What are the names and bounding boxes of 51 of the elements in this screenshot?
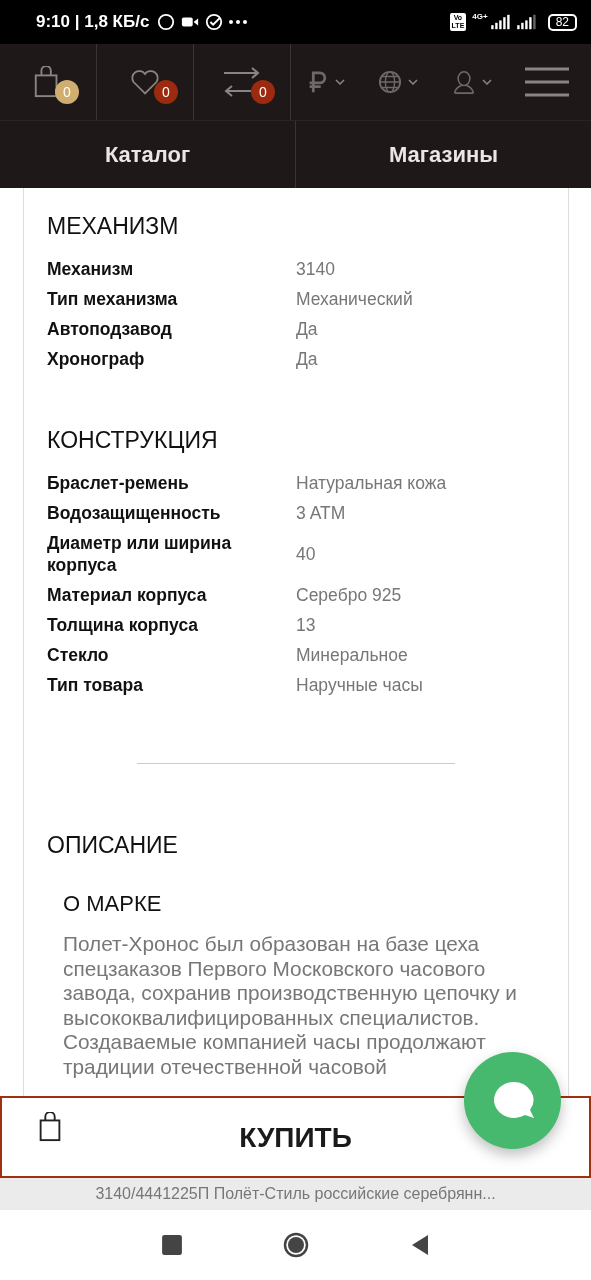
- cart-count-badge: 0: [55, 80, 79, 104]
- spec-value: Минеральное: [296, 644, 409, 666]
- subsection-title: О МАРКЕ: [63, 891, 163, 917]
- account-dropdown[interactable]: [451, 70, 492, 94]
- user-icon: [451, 70, 476, 94]
- check-circle-icon: [205, 13, 224, 31]
- caret-icon: [335, 79, 345, 85]
- favorites-count-badge: 0: [154, 80, 178, 104]
- network-type: 4G+: [472, 12, 488, 21]
- spec-label: Автоподзавод: [47, 318, 173, 340]
- caret-icon: [408, 79, 419, 85]
- compare-count-badge: 0: [251, 80, 275, 104]
- section-title: КОНСТРУКЦИЯ: [47, 427, 219, 454]
- nav-link[interactable]: Магазины: [295, 121, 591, 188]
- spec-label: Толщина корпуса: [47, 614, 200, 636]
- spec-label: Тип механизма: [47, 288, 179, 310]
- spec-label: Стекло: [47, 644, 110, 666]
- menu-icon[interactable]: [525, 67, 569, 97]
- spec-value: 13: [296, 614, 317, 636]
- spec-value: Да: [296, 318, 319, 340]
- spec-label: Тип товара: [47, 674, 144, 696]
- spec-value: Серебро 925: [296, 584, 403, 606]
- spec-value: 3140: [296, 258, 336, 280]
- section-title: ОПИСАНИЕ: [47, 832, 179, 859]
- spec-value: Натуральная кожа: [296, 472, 448, 494]
- signal-icon: [515, 14, 536, 30]
- language-dropdown[interactable]: [378, 70, 419, 94]
- more-icon: [229, 20, 248, 24]
- spec-label: Диаметр или ширина корпуса: [47, 532, 233, 576]
- spec-value: Механический: [296, 288, 414, 310]
- battery-indicator: 82: [547, 13, 577, 31]
- spec-value: 40: [296, 543, 317, 565]
- nav-link[interactable]: Каталог: [0, 121, 295, 188]
- home-icon[interactable]: [282, 1232, 309, 1258]
- spec-value: Да: [296, 348, 319, 370]
- spec-label: Механизм: [47, 258, 135, 280]
- spec-label: Хронограф: [47, 348, 146, 370]
- spec-label: Материал корпуса: [47, 584, 208, 606]
- spec-label: Браслет-ремень: [47, 472, 190, 494]
- spec-value: 3 ATM: [296, 502, 347, 524]
- status-time: 9:10 | 1,8 КБ/с: [36, 12, 150, 32]
- section-title: МЕХАНИЗМ: [47, 213, 180, 240]
- shopping-bag-icon: [38, 1112, 62, 1142]
- caret-icon: [481, 79, 492, 85]
- page-title: 3140/4441225П Полёт-Стиль российские серебрянн...: [95, 1185, 496, 1203]
- recents-icon[interactable]: [160, 1234, 183, 1256]
- signal-icon: [489, 14, 510, 30]
- globe-icon: [378, 70, 403, 94]
- spec-label: Водозащищенность: [47, 502, 222, 524]
- spec-value: Наручные часы: [296, 674, 424, 696]
- description-text: Полет-Хронос был образован на базе цеха спецзаказов Первого Московского часового завода, сохранив производственную цепочку и высококвалифицированных специалистов. Создаваемые компанией часы продолжают традиции отечественной часовой: [63, 932, 518, 1079]
